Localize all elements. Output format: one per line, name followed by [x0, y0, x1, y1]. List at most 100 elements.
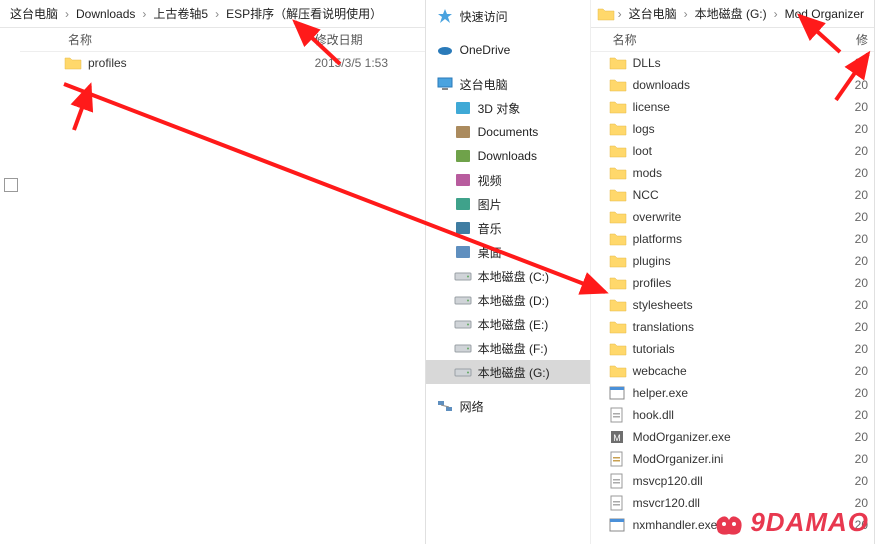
file-size: 20 [846, 210, 874, 224]
col-header-name[interactable]: 名称 [609, 31, 846, 48]
file-row[interactable]: msvcp120.dll20 [591, 470, 874, 492]
right-breadcrumb[interactable]: ›这台电脑›本地磁盘 (G:)›Mod Organizer [591, 0, 874, 28]
file-row[interactable]: hook.dll20 [591, 404, 874, 426]
file-size: 20 [846, 408, 874, 422]
sidebar-item-label: 图片 [478, 196, 502, 213]
sidebar-item[interactable]: 本地磁盘 (D:) [426, 288, 590, 312]
ini-icon [609, 451, 627, 467]
breadcrumb-segment[interactable]: 这台电脑 [6, 3, 62, 24]
file-row[interactable]: tutorials20 [591, 338, 874, 360]
file-row[interactable]: profiles20 [591, 272, 874, 294]
sidebar-item[interactable]: 网络 [426, 394, 590, 418]
drive-icon [454, 339, 472, 357]
file-row[interactable]: downloads20 [591, 74, 874, 96]
folder-icon [609, 99, 627, 115]
file-name: downloads [633, 78, 846, 92]
file-row[interactable]: overwrite20 [591, 206, 874, 228]
3d-icon [454, 99, 472, 117]
folder-icon [609, 319, 627, 335]
dll-icon [609, 473, 627, 489]
row-checkbox[interactable] [4, 178, 18, 192]
sidebar-item[interactable]: 本地磁盘 (C:) [426, 264, 590, 288]
right-column-headers[interactable]: 名称 修 [591, 28, 874, 52]
right-file-list[interactable]: DLLs20downloads20license20logs20loot20mo… [591, 52, 874, 544]
file-row[interactable]: MModOrganizer.exe20 [591, 426, 874, 448]
dll-icon [609, 495, 627, 511]
file-row[interactable]: license20 [591, 96, 874, 118]
folder-icon [609, 231, 627, 247]
chevron-right-icon: › [141, 7, 147, 21]
folder-icon [609, 275, 627, 291]
exe2-icon: M [609, 429, 627, 445]
breadcrumb-segment[interactable]: Mod Organizer [781, 5, 868, 23]
file-row[interactable]: plugins20 [591, 250, 874, 272]
file-row[interactable]: loot20 [591, 140, 874, 162]
file-row[interactable]: webcache20 [591, 360, 874, 382]
sidebar-item[interactable]: 3D 对象 [426, 96, 590, 120]
left-breadcrumb[interactable]: 这台电脑›Downloads›上古卷轴5›ESP排序（解压看说明使用） [0, 0, 425, 28]
file-row[interactable]: helper.exe20 [591, 382, 874, 404]
file-name: translations [633, 320, 846, 334]
file-size: 20 [846, 78, 874, 92]
file-name: webcache [633, 364, 846, 378]
file-row[interactable]: DLLs20 [591, 52, 874, 74]
breadcrumb-segment[interactable]: 本地磁盘 (G:) [691, 3, 771, 24]
sidebar-item[interactable]: 本地磁盘 (F:) [426, 336, 590, 360]
file-row[interactable]: stylesheets20 [591, 294, 874, 316]
file-size: 20 [846, 386, 874, 400]
sidebar-item[interactable]: 快速访问 [426, 4, 590, 28]
left-checkbox-margin [0, 28, 20, 544]
nav-sidebar[interactable]: 快速访问 OneDrive 这台电脑 3D 对象Documents Downloads 视… [426, 0, 591, 544]
file-row[interactable]: ModOrganizer.ini20 [591, 448, 874, 470]
sidebar-item[interactable]: Downloads [426, 144, 590, 168]
drive-icon [454, 315, 472, 333]
folder-icon [609, 77, 627, 93]
sidebar-item-label: 本地磁盘 (C:) [478, 268, 549, 285]
sidebar-item[interactable]: 这台电脑 [426, 72, 590, 96]
file-row[interactable]: logs20 [591, 118, 874, 140]
left-file-list[interactable]: profiles2015/3/5 1:53 [20, 52, 425, 544]
col-header-date[interactable]: 修改日期 [315, 31, 425, 48]
sidebar-item-label: 本地磁盘 (D:) [478, 292, 549, 309]
breadcrumb-segment[interactable]: Downloads [72, 5, 139, 23]
file-name: profiles [633, 276, 846, 290]
col-header-name[interactable]: 名称 [64, 31, 315, 48]
file-size: 20 [846, 342, 874, 356]
sidebar-item[interactable]: 桌面 [426, 240, 590, 264]
exe-icon [609, 517, 627, 533]
sidebar-item-label: 这台电脑 [460, 76, 508, 93]
sidebar-item[interactable]: Documents [426, 120, 590, 144]
file-row[interactable]: translations20 [591, 316, 874, 338]
sidebar-item[interactable]: 音乐 [426, 216, 590, 240]
drive-icon [454, 267, 472, 285]
sidebar-item-label: OneDrive [460, 43, 511, 57]
folder-icon [609, 297, 627, 313]
sidebar-item[interactable]: OneDrive [426, 38, 590, 62]
file-name: DLLs [633, 56, 846, 70]
folder-icon [597, 5, 615, 23]
file-name: ModOrganizer.exe [633, 430, 846, 444]
music-icon [454, 219, 472, 237]
sidebar-item-label: 本地磁盘 (F:) [478, 340, 548, 357]
folder-icon [609, 165, 627, 181]
sidebar-item[interactable]: 本地磁盘 (G:) [426, 360, 590, 384]
file-name: ModOrganizer.ini [633, 452, 846, 466]
sidebar-item[interactable]: 图片 [426, 192, 590, 216]
file-row[interactable]: profiles2015/3/5 1:53 [20, 52, 425, 74]
file-row[interactable]: NCC20 [591, 184, 874, 206]
sidebar-item-label: Downloads [478, 149, 537, 163]
col-header-size[interactable]: 修 [846, 31, 874, 48]
file-size: 20 [846, 122, 874, 136]
sidebar-item[interactable]: 本地磁盘 (E:) [426, 312, 590, 336]
left-column-headers[interactable]: 名称 修改日期 [20, 28, 425, 52]
breadcrumb-segment[interactable]: 这台电脑 [625, 3, 681, 24]
file-row[interactable]: mods20 [591, 162, 874, 184]
breadcrumb-segment[interactable]: ESP排序（解压看说明使用） [222, 3, 386, 24]
sidebar-item[interactable]: 视频 [426, 168, 590, 192]
file-row[interactable]: platforms20 [591, 228, 874, 250]
downloads-icon [454, 147, 472, 165]
breadcrumb-segment[interactable]: 上古卷轴5 [149, 3, 212, 24]
file-size: 20 [846, 364, 874, 378]
file-size: 20 [846, 232, 874, 246]
file-size: 20 [846, 474, 874, 488]
